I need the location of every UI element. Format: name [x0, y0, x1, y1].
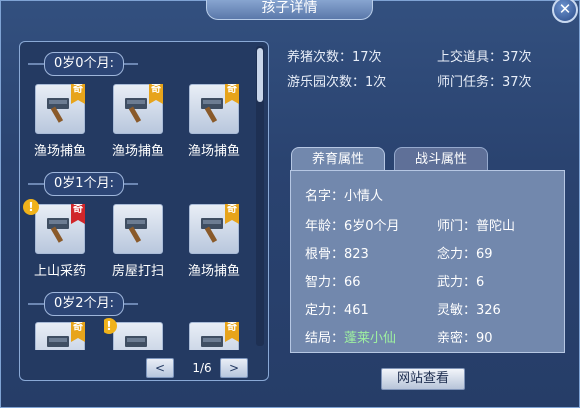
stat-pig-count: 养猪次数：17次: [287, 50, 382, 65]
attr-focus: 定力：461: [305, 303, 369, 318]
item-name: 上山采药: [33, 264, 86, 279]
activity-item[interactable]: 奇: [180, 322, 248, 350]
item-icon-box: 奇: [189, 204, 239, 254]
hammer-icon: [201, 336, 223, 347]
attr-intimacy: 亲密：90: [437, 331, 493, 346]
scrollbar-thumb[interactable]: [257, 48, 263, 102]
rarity-badge: 奇: [71, 322, 85, 342]
prev-page-button[interactable]: <: [146, 358, 174, 378]
item-icon-box: 奇: [113, 84, 163, 134]
hammer-icon: [47, 98, 69, 123]
attr-root: 根骨：823: [305, 247, 369, 262]
view-website-button[interactable]: 网站查看: [381, 368, 465, 390]
attribute-panel: 名字：小情人 年龄：6岁0个月 师门：普陀山 根骨：823 念力：69 智力：6…: [290, 170, 565, 353]
attr-age: 年龄：6岁0个月: [305, 219, 400, 234]
hammer-icon: [125, 336, 147, 347]
page-indicator: 1/6: [192, 361, 212, 375]
window-title: 孩子详情: [206, 0, 373, 20]
alert-icon: !: [23, 199, 39, 215]
item-icon-box: 奇: [189, 322, 239, 350]
attr-agility: 灵敏：326: [437, 303, 501, 318]
age-header: 0岁2个月:: [28, 292, 138, 316]
item-icon-box: 奇: [35, 322, 85, 350]
child-details-window: 孩子详情 ✕ 0岁0个月: 奇 渔场捕鱼 奇 渔场捕鱼 奇 渔场捕鱼 0岁1个月…: [0, 0, 580, 408]
activity-item[interactable]: 房屋打扫: [104, 204, 172, 282]
activity-item[interactable]: 奇 渔场捕鱼: [26, 84, 94, 162]
item-icon-box: 奇: [35, 204, 85, 254]
activity-item[interactable]: 奇: [26, 322, 94, 350]
hammer-icon: [47, 218, 69, 243]
age-header: 0岁1个月:: [28, 172, 138, 196]
hammer-icon: [201, 218, 223, 243]
item-name: 渔场捕鱼: [187, 144, 240, 159]
rarity-badge: 奇: [71, 204, 85, 224]
tab-nurture-attributes[interactable]: 养育属性: [291, 147, 385, 171]
item-name: 渔场捕鱼: [187, 264, 240, 279]
activity-list-panel: 0岁0个月: 奇 渔场捕鱼 奇 渔场捕鱼 奇 渔场捕鱼 0岁1个月: 奇 ! 上…: [19, 41, 269, 381]
item-name: 房屋打扫: [111, 264, 164, 279]
attr-ending: 结局：蓬莱小仙: [305, 331, 397, 346]
close-icon[interactable]: ✕: [552, 0, 578, 23]
activity-item[interactable]: 奇 渔场捕鱼: [180, 84, 248, 162]
pagination: < 1/6 >: [144, 356, 266, 380]
rarity-badge: 奇: [225, 204, 239, 224]
next-page-button[interactable]: >: [220, 358, 248, 378]
attr-force: 武力：6: [437, 275, 485, 290]
hammer-icon: [125, 98, 147, 123]
activity-item[interactable]: !: [104, 318, 172, 350]
stat-sect-task: 师门任务：37次: [437, 75, 532, 90]
item-icon-box: [113, 204, 163, 254]
attr-mind: 念力：69: [437, 247, 493, 262]
hammer-icon: [47, 336, 69, 347]
age-header: 0岁0个月:: [28, 52, 138, 76]
stat-playground-count: 游乐园次数：1次: [287, 75, 387, 90]
item-icon-box: 奇: [189, 84, 239, 134]
item-icon-box: [113, 322, 163, 350]
hammer-icon: [125, 218, 147, 243]
rarity-badge: 奇: [225, 84, 239, 104]
item-icon-box: 奇: [35, 84, 85, 134]
activity-item[interactable]: 奇 渔场捕鱼: [104, 84, 172, 162]
stat-items-turned: 上交道具：37次: [437, 50, 532, 65]
activity-item[interactable]: 奇 渔场捕鱼: [180, 204, 248, 282]
tab-combat-attributes[interactable]: 战斗属性: [394, 147, 488, 171]
hammer-icon: [201, 98, 223, 123]
list-scrollbar[interactable]: [256, 46, 264, 346]
activity-item[interactable]: 奇 ! 上山采药: [23, 199, 94, 282]
rarity-badge: 奇: [71, 84, 85, 104]
rarity-badge: 奇: [149, 84, 163, 104]
rarity-badge: 奇: [225, 322, 239, 342]
attr-sect: 师门：普陀山: [437, 219, 516, 234]
attr-name: 名字：小情人: [305, 189, 384, 204]
item-name: 渔场捕鱼: [111, 144, 164, 159]
attr-int: 智力：66: [305, 275, 361, 290]
item-name: 渔场捕鱼: [33, 144, 86, 159]
